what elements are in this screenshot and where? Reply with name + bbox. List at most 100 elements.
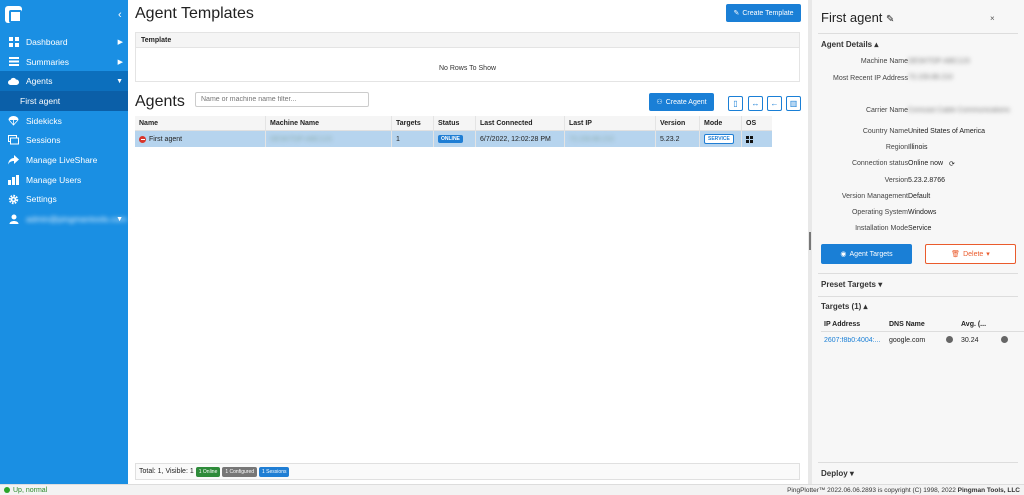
templates-column-header[interactable]: Template (136, 33, 799, 48)
sidebar-item-label: Summaries (26, 56, 69, 67)
target-ip-link[interactable]: 2607:f8b0:4004:... (821, 337, 889, 344)
agent-name-cell: First agent (135, 131, 266, 147)
column-header-mode[interactable]: Mode (700, 116, 742, 130)
sidebar-item-settings[interactable]: Settings (0, 190, 128, 210)
resize-icon: ↔ (751, 99, 760, 108)
delete-button[interactable]: 🗑 Delete ▾ (925, 244, 1016, 264)
pencil-icon: ✎ (733, 10, 740, 17)
sidebar-item-agents[interactable]: Agents ▼ (0, 71, 128, 92)
expand-arrow-icon: ▶ (117, 38, 123, 46)
create-template-label: Create Template (742, 9, 794, 17)
detail-value: Comcast Cable Communications (908, 107, 1010, 114)
last-ip: 73.159.88.210 (569, 135, 614, 143)
collapse-sidebar-icon[interactable]: ‹ (118, 9, 122, 21)
targets-header[interactable]: Targets (1) ▴ (821, 302, 868, 311)
file-icon: ▯ (733, 99, 738, 108)
detail-value: Illinois (908, 144, 928, 151)
column-header-dns-name[interactable]: DNS Name (889, 321, 961, 328)
column-header-avg[interactable]: Avg. (... (961, 321, 1001, 328)
target-gear-icon[interactable] (1001, 336, 1008, 345)
sessions-icon (8, 135, 19, 146)
column-header-last-ip[interactable]: Last IP (565, 116, 656, 130)
users-icon (8, 174, 19, 185)
status-badge: ONLINE (438, 135, 463, 143)
sidebar-item-label: admin@pingmantools.com (26, 214, 127, 225)
divider (818, 462, 1018, 463)
copyright-company: Pingman Tools, LLC (957, 486, 1020, 494)
close-icon[interactable]: × (990, 14, 995, 23)
create-template-button[interactable]: ✎ Create Template (726, 4, 801, 22)
divider (818, 273, 1018, 274)
sidebar-item-first-agent[interactable]: First agent (0, 91, 128, 111)
sidebar-item-manage-users[interactable]: Manage Users (0, 170, 128, 190)
column-header-os[interactable]: OS (742, 116, 772, 130)
refresh-icon[interactable]: ⟳ (949, 160, 955, 168)
table-row[interactable]: First agent DESKTOP-ABC123 1 ONLINE 6/7/… (135, 131, 772, 147)
expand-arrow-icon: ▶ (117, 58, 123, 66)
arrow-left-icon: ← (770, 99, 779, 108)
stop-icon (139, 135, 146, 143)
delete-label: Delete (963, 250, 984, 258)
column-header-targets[interactable]: Targets (392, 116, 434, 130)
divider (818, 296, 1018, 297)
column-header-machine-name[interactable]: Machine Name (266, 116, 392, 130)
edit-pencil-icon[interactable]: ✎ (886, 14, 894, 25)
columns-button[interactable]: ▥ (786, 96, 801, 111)
sidebar-item-dashboard[interactable]: Dashboard ▶ (0, 32, 128, 52)
sidebar-item-manage-liveshare[interactable]: Manage LiveShare (0, 150, 128, 170)
detail-value: 5.23.2.8766 (908, 177, 945, 184)
target-settings-icon[interactable] (946, 336, 961, 345)
export-file-button[interactable]: ▯ (728, 96, 743, 111)
agents-table: Name Machine Name Targets Status Last Co… (135, 116, 772, 147)
machine-name: DESKTOP-ABC123 (270, 135, 332, 143)
sidebar-item-label: Manage Users (26, 174, 82, 185)
pingplotter-logo[interactable] (5, 6, 22, 23)
detail-key: Installation Mode (855, 225, 908, 232)
sidebar-item-label: Sidekicks (26, 115, 62, 126)
agent-details-header[interactable]: Agent Details ▴ (821, 40, 878, 49)
back-button[interactable]: ← (767, 96, 782, 111)
gear-icon (8, 194, 19, 205)
deploy-header[interactable]: Deploy ▾ (821, 469, 854, 478)
templates-table: Template No Rows To Show (135, 32, 800, 82)
column-header-status[interactable]: Status (434, 116, 476, 130)
totals-text: Total: 1, Visible: 1 (139, 468, 194, 475)
sidebar: ‹ Dashboard ▶ Summaries ▶ Agents ▼ First… (0, 0, 128, 484)
status-dot-icon (4, 487, 10, 493)
sidebar-item-user-account[interactable]: admin@pingmantools.com ▼ (0, 209, 128, 229)
sidebar-item-sidekicks[interactable]: Sidekicks (0, 111, 128, 131)
detail-key: Version (884, 177, 908, 184)
agent-targets-button[interactable]: ◉ Agent Targets (821, 244, 912, 264)
column-header-name[interactable]: Name (135, 116, 266, 130)
column-header-last-connected[interactable]: Last Connected (476, 116, 565, 130)
last-connected-cell: 6/7/2022, 12:02:28 PM (476, 131, 565, 147)
detail-key: Region (885, 144, 908, 151)
online-count-badge: 1 Online (195, 466, 221, 477)
agent-title: First agent (821, 10, 883, 25)
agent-filter-input[interactable] (195, 92, 369, 107)
targets-table-header: IP Address DNS Name Avg. (... (821, 317, 1024, 332)
detail-value: Windows (908, 209, 937, 216)
preset-targets-header[interactable]: Preset Targets ▾ (821, 280, 882, 289)
trash-icon: 🗑 (951, 251, 961, 258)
detail-key: Machine Name (860, 58, 908, 65)
sidebar-item-summaries[interactable]: Summaries ▶ (0, 52, 128, 72)
sidebar-item-label: Agents (26, 76, 53, 87)
autosize-columns-button[interactable]: ↔ (748, 96, 763, 111)
column-header-ip-address[interactable]: IP Address (821, 321, 889, 328)
detail-value: DESKTOP-ABC123 (908, 58, 970, 65)
list-icon (8, 56, 19, 67)
expand-arrow-icon: ▼ (116, 215, 123, 223)
main-content: Agent Templates ✎ Create Template Templa… (128, 0, 808, 484)
create-agent-button[interactable]: ⚇ Create Agent (649, 93, 714, 111)
grid-icon (8, 36, 19, 47)
detail-key: Connection status (851, 160, 908, 167)
sidebar-item-sessions[interactable]: Sessions (0, 130, 128, 150)
table-row[interactable]: 2607:f8b0:4004:... google.com 30.24 (821, 332, 1024, 349)
detail-key: Version Management (841, 193, 908, 200)
targets-table: IP Address DNS Name Avg. (... 2607:f8b0:… (821, 317, 1024, 349)
agents-title: Agents (135, 93, 185, 110)
mode-cell: SERVICE (700, 131, 742, 147)
column-header-version[interactable]: Version (656, 116, 700, 130)
agent-templates-title: Agent Templates (135, 5, 254, 22)
